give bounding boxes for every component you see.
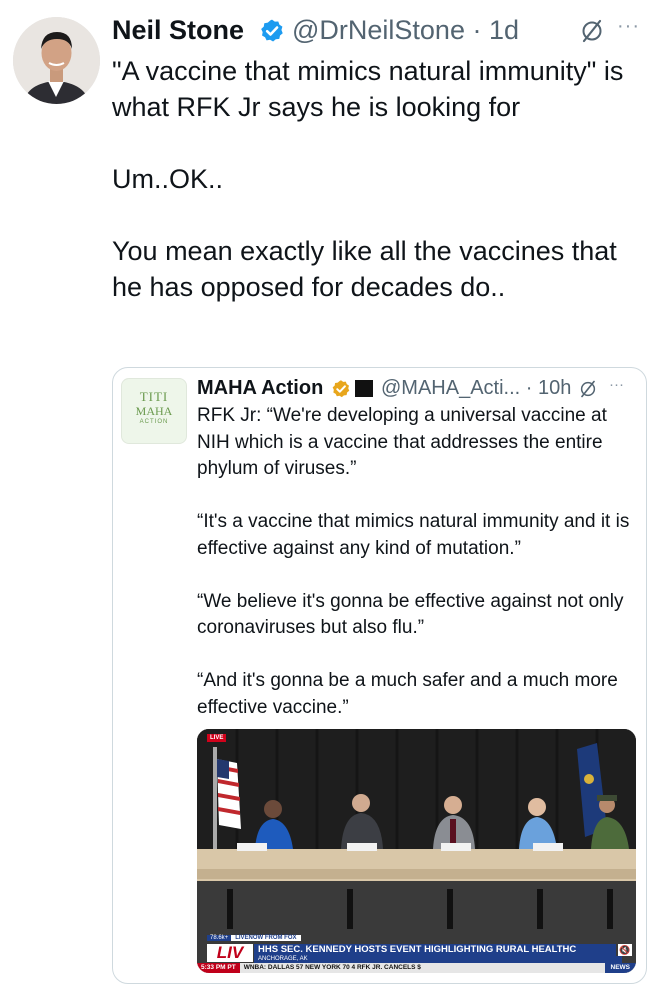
quote-grok-icon[interactable] [579,379,597,399]
ticker-source: LIVENOW FROM FOX [231,935,301,941]
quote-avatar[interactable]: ΤΙΤΙ MAHA ACTION [121,378,187,444]
verified-badge-icon [261,19,283,42]
live-indicator: LIVE [207,734,227,742]
video-thumbnail[interactable]: LIVE 78.6k+ LIVENOW FROM FOX LIV HHS SEC.… [197,729,636,973]
news-ticker: 78.6k+ LIVENOW FROM FOX LIV HHS SEC. KENN… [197,935,636,973]
quote-text: RFK Jr: “We're developing a universal va… [197,405,630,718]
affiliate-badge-icon [355,380,373,397]
avatar[interactable] [13,17,100,104]
mute-icon[interactable]: 🔇 [618,944,632,956]
quoted-tweet[interactable]: ΤΙΤΙ MAHA ACTION MAHA Action @MAHA_Acti.… [112,367,647,984]
livenow-logo: LIV [207,944,253,962]
tweet-text: "A vaccine that mimics natural immunity"… [112,56,624,302]
gold-verified-badge-icon [332,380,350,398]
more-options-icon[interactable]: ··· [617,15,640,38]
ticker-news-tag: NEWS [604,963,636,973]
author-name[interactable]: Neil Stone [112,15,244,46]
quote-author-handle-time[interactable]: @MAHA_Acti... · 10h [381,377,571,400]
author-handle-time[interactable]: @DrNeilStone · 1d [292,15,519,46]
maha-logo-icon: ΤΙΤΙ [139,389,169,404]
ticker-time: 5:33 PM PT [197,963,240,973]
grok-icon[interactable] [580,18,604,44]
ticker-bottom-bar: 5:33 PM PT WNBA: DALLAS 57 NEW YORK 70 4 … [197,963,636,973]
ticker-scroll-text: WNBA: DALLAS 57 NEW YORK 70 4 RFK JR. CA… [243,964,421,971]
avatar-photo [13,17,100,104]
quote-header: MAHA Action @MAHA_Acti... · 10h ··· [197,374,638,402]
quote-more-options-icon[interactable]: ··· [609,376,624,393]
ticker-headline: HHS SEC. KENNEDY HOSTS EVENT HIGHLIGHTIN… [254,944,616,956]
ticker-location: ANCHORAGE, AK [254,956,622,963]
quote-avatar-subtext: ACTION [139,419,169,425]
tweet-header: Neil Stone @DrNeilStone · 1d ··· [112,12,651,52]
ticker-source-row: 78.6k+ LIVENOW FROM FOX [207,935,301,943]
quote-avatar-text: MAHA [135,404,173,418]
quote-author-name[interactable]: MAHA Action [197,377,323,400]
view-count: 78.6k+ [207,935,232,941]
